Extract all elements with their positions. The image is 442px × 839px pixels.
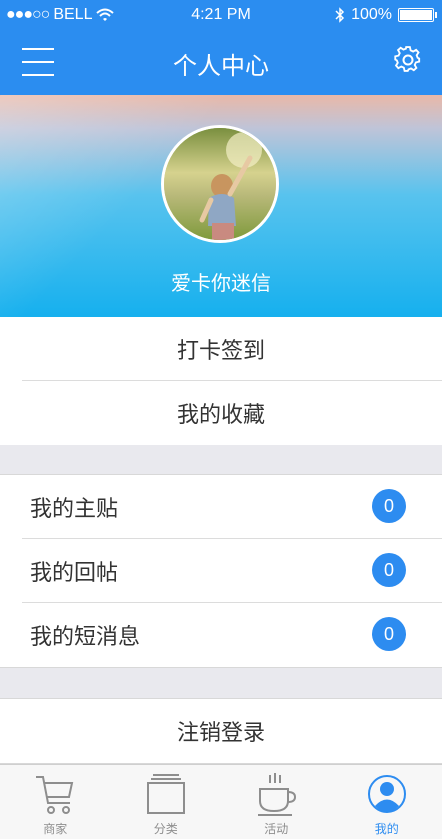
favorites-label: 我的收藏 (176, 403, 265, 428)
tab-mine[interactable]: 我的 (332, 765, 442, 839)
category-icon (146, 774, 185, 814)
checkin-label: 打卡签到 (176, 339, 265, 364)
tab-merchants[interactable]: 商家 (0, 765, 111, 839)
tab-bar: 商家 分类 活动 我的 (0, 764, 442, 839)
my-topics-item[interactable]: 我的主贴 0 (0, 475, 442, 539)
avatar-photo (164, 128, 276, 240)
tab-activity[interactable]: 活动 (221, 765, 332, 839)
tab-label: 活动 (264, 822, 289, 836)
logout-button[interactable]: 注销登录 (0, 699, 442, 763)
battery-percent: 100% (351, 6, 392, 23)
username[interactable]: 爱卡你迷信 (0, 267, 442, 296)
tab-category[interactable]: 分类 (111, 765, 222, 839)
my-messages-label: 我的短消息 (30, 625, 141, 650)
user-icon (367, 775, 406, 813)
tab-label: 商家 (43, 822, 68, 836)
my-topics-label: 我的主贴 (30, 497, 119, 522)
my-replies-item[interactable]: 我的回帖 0 (0, 539, 442, 603)
count-badge: 0 (372, 553, 406, 587)
tab-label: 分类 (153, 822, 178, 836)
status-bar: ●●●○○ BELL 4:21 PM 100% (0, 0, 442, 32)
action-group: 打卡签到 我的收藏 (0, 317, 442, 445)
gear-icon (394, 46, 421, 72)
profile-banner: 爱卡你迷信 (0, 95, 442, 317)
count-badge: 0 (372, 489, 406, 523)
posts-group: 我的主贴 0 我的回帖 0 我的短消息 0 (0, 474, 442, 668)
battery-icon (398, 8, 437, 22)
avatar[interactable] (161, 125, 279, 243)
top-bar: ●●●○○ BELL 4:21 PM 100% 个人中心 (0, 0, 442, 95)
logout-label: 注销登录 (176, 721, 265, 746)
cart-icon (36, 776, 74, 814)
my-replies-label: 我的回帖 (30, 561, 119, 586)
page-title: 个人中心 (173, 52, 269, 80)
bluetooth-icon (335, 7, 345, 23)
favorites-item[interactable]: 我的收藏 (0, 381, 442, 445)
logout-group: 注销登录 (0, 698, 442, 764)
coffee-cup-icon (258, 773, 297, 816)
checkin-item[interactable]: 打卡签到 (0, 317, 442, 381)
my-messages-item[interactable]: 我的短消息 0 (0, 603, 442, 667)
settings-button[interactable] (394, 46, 422, 74)
tab-label: 我的 (374, 822, 399, 836)
count-badge: 0 (372, 617, 406, 651)
